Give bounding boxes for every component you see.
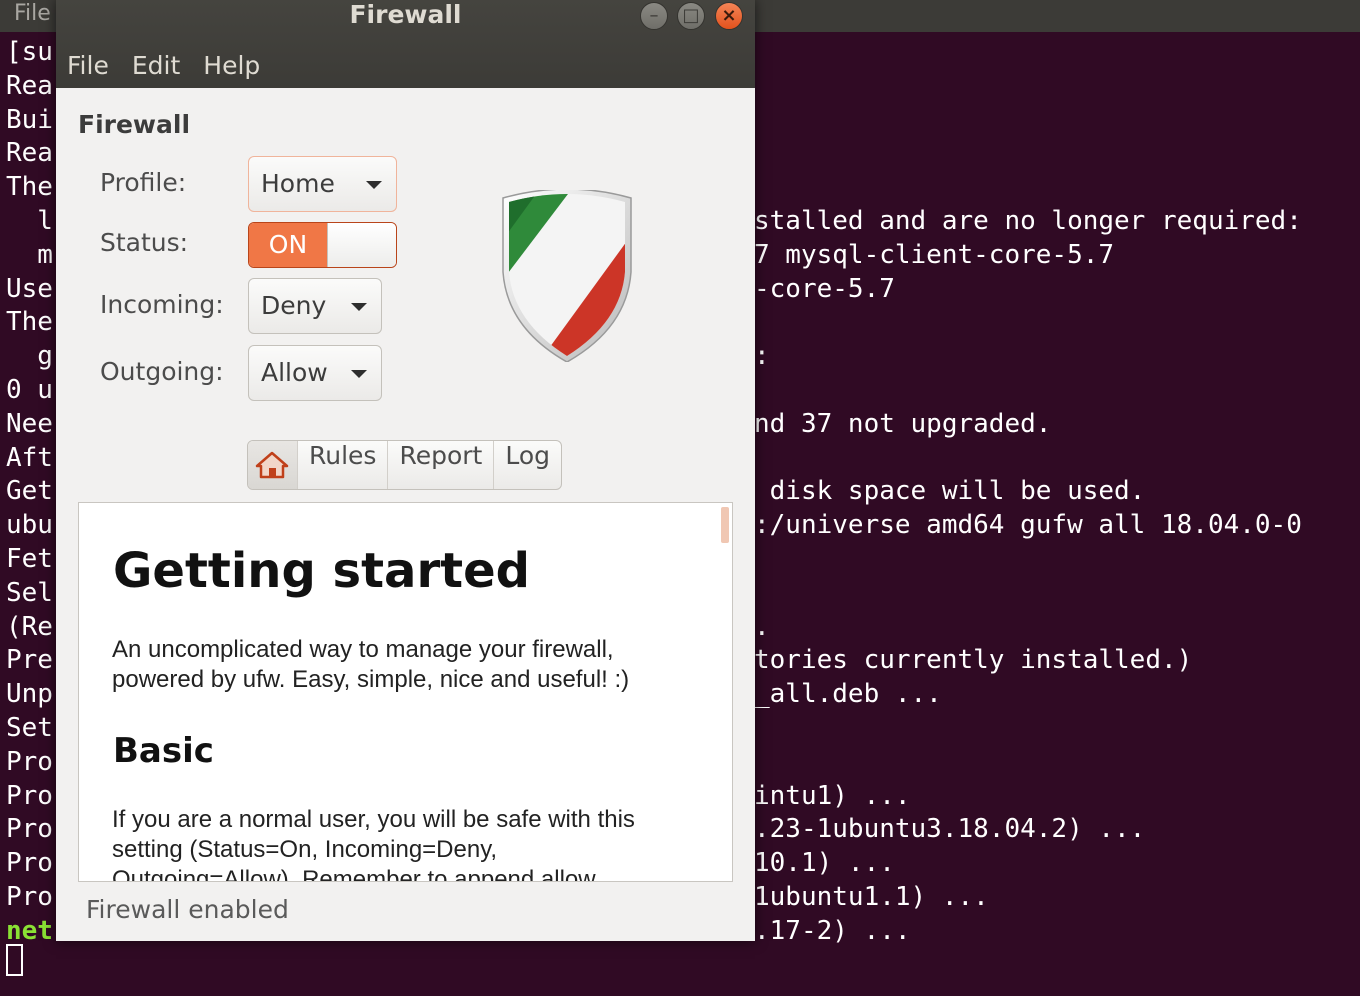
firewall-section-title: Firewall bbox=[78, 110, 191, 139]
terminal-line: (Re bbox=[6, 611, 53, 642]
terminal-line: Fet bbox=[6, 544, 53, 574]
minimize-button[interactable]: – bbox=[640, 2, 668, 30]
profile-dropdown[interactable]: Home bbox=[248, 156, 397, 212]
terminal-line: -core-5.7 bbox=[754, 273, 895, 304]
terminal-line: nd 37 not upgraded. bbox=[754, 408, 1052, 439]
terminal-line: Nee bbox=[6, 408, 53, 439]
tab-rules[interactable]: Rules bbox=[297, 441, 387, 489]
status-toggle-knob[interactable] bbox=[327, 223, 396, 267]
profile-value: Home bbox=[261, 169, 335, 198]
terminal-line: Pro bbox=[6, 814, 53, 845]
terminal-line: .23-1ubuntu3.18.04.2) ... bbox=[754, 814, 1146, 845]
terminal-line: Rea bbox=[6, 138, 53, 169]
terminal-line: Rea bbox=[6, 70, 53, 101]
tab-report[interactable]: Report bbox=[387, 441, 493, 489]
content-scrollbar[interactable] bbox=[721, 507, 729, 543]
window-menubar: File Edit Help bbox=[56, 46, 272, 86]
terminal-line: Pro bbox=[6, 746, 53, 777]
tab-log[interactable]: Log bbox=[493, 441, 561, 489]
terminal-line: : bbox=[754, 341, 770, 372]
terminal-line: Unp bbox=[6, 679, 53, 710]
status-toggle[interactable]: ON bbox=[248, 222, 397, 268]
shield-icon bbox=[502, 190, 632, 362]
terminal-line: 0 u bbox=[6, 375, 53, 405]
terminal-line: Pro bbox=[6, 780, 53, 811]
status-bar-text: Firewall enabled bbox=[86, 895, 289, 924]
terminal-line: tories currently installed.) bbox=[754, 645, 1193, 676]
terminal-line: Use bbox=[6, 273, 53, 304]
intro-text-line-1: An uncomplicated way to manage your fire… bbox=[112, 636, 614, 663]
status-toggle-on-label: ON bbox=[249, 223, 327, 267]
terminal-line: The bbox=[6, 307, 53, 338]
window-titlebar[interactable]: Firewall – □ × File Edit Help bbox=[56, 0, 755, 88]
terminal-line: _all.deb ... bbox=[754, 679, 942, 710]
terminal-line: g bbox=[6, 341, 53, 372]
terminal-cursor bbox=[6, 944, 23, 976]
incoming-dropdown[interactable]: Deny bbox=[248, 278, 382, 334]
terminal-line: Sel bbox=[6, 577, 53, 608]
chevron-down-icon bbox=[366, 181, 382, 189]
terminal-line: Set bbox=[6, 713, 53, 743]
terminal-line: Aft bbox=[6, 442, 53, 473]
menu-help[interactable]: Help bbox=[192, 46, 272, 86]
terminal-line: Pro bbox=[6, 848, 53, 879]
terminal-line: intu1) ... bbox=[754, 780, 911, 811]
terminal-line: m bbox=[6, 239, 53, 270]
terminal-line: Get bbox=[6, 476, 53, 507]
menu-file[interactable]: File bbox=[56, 46, 121, 86]
maximize-button[interactable]: □ bbox=[677, 2, 705, 30]
getting-started-heading: Getting started bbox=[113, 543, 530, 599]
tab-home[interactable] bbox=[248, 441, 297, 489]
terminal-line: Bui bbox=[6, 104, 53, 135]
terminal-line: :/universe amd64 gufw all 18.04.0-0 bbox=[754, 510, 1302, 541]
terminal-line: 10.1) ... bbox=[754, 848, 895, 879]
terminal-line: 1ubuntu1.1) ... bbox=[754, 882, 989, 912]
terminal-line: 7 mysql-client-core-5.7 bbox=[754, 239, 1115, 270]
outgoing-label: Outgoing: bbox=[100, 357, 224, 386]
terminal-line: ubu bbox=[6, 510, 53, 541]
close-button[interactable]: × bbox=[715, 2, 743, 30]
terminal-line: [su bbox=[6, 37, 53, 67]
terminal-menu-file[interactable]: File bbox=[14, 0, 51, 28]
terminal-line: The bbox=[6, 172, 53, 203]
terminal-line: disk space will be used. bbox=[754, 476, 1146, 507]
status-label: Status: bbox=[100, 228, 189, 257]
home-icon bbox=[255, 451, 289, 479]
terminal-line: l bbox=[6, 206, 53, 236]
outgoing-dropdown[interactable]: Allow bbox=[248, 345, 382, 401]
basic-heading: Basic bbox=[113, 731, 214, 771]
terminal-line: stalled and are no longer required: bbox=[754, 206, 1302, 236]
terminal-line: Pre bbox=[6, 645, 53, 676]
terminal-line: .17-2) ... bbox=[754, 915, 911, 946]
menu-edit[interactable]: Edit bbox=[121, 46, 192, 86]
chevron-down-icon bbox=[351, 370, 367, 378]
intro-text-line-2: powered by ufw. Easy, simple, nice and u… bbox=[112, 666, 630, 693]
terminal-line: Pro bbox=[6, 882, 53, 912]
basic-text-line-1: If you are a normal user, you will be sa… bbox=[112, 806, 635, 833]
chevron-down-icon bbox=[351, 303, 367, 311]
incoming-label: Incoming: bbox=[100, 290, 224, 319]
terminal-line: . bbox=[754, 611, 770, 642]
basic-text-line-3: Outgoing=Allow). Remember to append allo… bbox=[112, 866, 596, 882]
view-tabs: Rules Report Log bbox=[247, 440, 562, 490]
basic-text-line-2: setting (Status=On, Incoming=Deny, bbox=[112, 836, 498, 863]
incoming-value: Deny bbox=[261, 291, 327, 320]
profile-label: Profile: bbox=[100, 168, 187, 197]
help-content-panel[interactable]: Getting started An uncomplicated way to … bbox=[78, 502, 733, 882]
outgoing-value: Allow bbox=[261, 358, 328, 387]
firewall-window: Firewall – □ × File Edit Help Firewall P… bbox=[56, 0, 755, 941]
